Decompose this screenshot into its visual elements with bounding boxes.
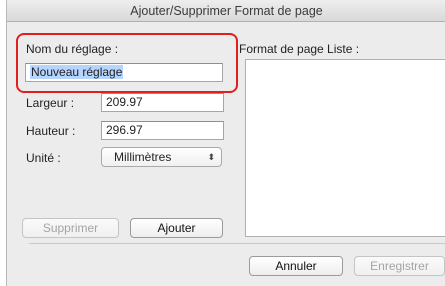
cancel-button[interactable]: Annuler [249,256,343,276]
unit-value: Millimètres [114,150,172,164]
height-label: Hauteur : [26,124,76,138]
page-size-list-label: Format de page Liste : [239,42,360,56]
page-size-list[interactable] [245,59,445,237]
setting-name-label: Nom du réglage : [26,42,119,56]
width-field[interactable]: 209.97 [101,93,224,112]
delete-button[interactable]: Supprimer [22,218,119,238]
dialog-window: Ajouter/Supprimer Format de page Nom du … [6,0,445,286]
unit-label: Unité : [26,151,61,165]
save-button[interactable]: Enregistrer [354,256,445,276]
setting-name-field[interactable]: Nouveau réglage [25,63,223,82]
up-down-arrows-icon: ⬍ [207,152,215,162]
unit-popup[interactable]: Millimètres ⬍ [101,147,222,167]
width-label: Largeur : [26,96,75,110]
window-title: Ajouter/Supprimer Format de page [7,0,445,22]
add-button[interactable]: Ajouter [130,218,223,238]
setting-name-value: Nouveau réglage [30,65,124,79]
divider [29,243,445,244]
height-field[interactable]: 296.97 [101,121,224,140]
